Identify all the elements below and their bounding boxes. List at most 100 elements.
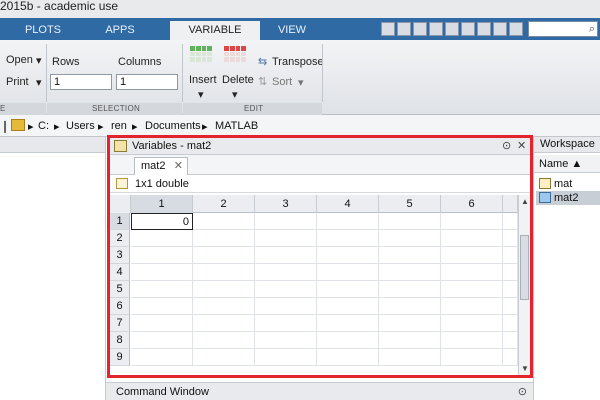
column-header[interactable]: 3 (255, 195, 317, 213)
row-header[interactable]: 1 (110, 213, 130, 230)
delete-dropdown-icon[interactable]: ▾ (232, 88, 238, 101)
workspace-item-mat2[interactable]: mat2 (536, 191, 600, 205)
grid-cell[interactable] (193, 315, 255, 332)
row-header[interactable]: 8 (110, 332, 130, 349)
column-header[interactable]: 1 (131, 195, 193, 213)
grid-cell[interactable] (503, 298, 518, 315)
close-tab-icon[interactable]: ✕ (174, 159, 183, 172)
grid-cell[interactable] (317, 230, 379, 247)
grid-cell[interactable] (131, 281, 193, 298)
grid-cell[interactable] (441, 332, 503, 349)
grid-cell[interactable] (503, 213, 518, 230)
print-dropdown-icon[interactable]: ▾ (36, 76, 42, 89)
grid-cell[interactable] (131, 349, 193, 366)
rows-input[interactable]: 1 (50, 74, 112, 90)
grid-cell[interactable] (317, 332, 379, 349)
column-header[interactable]: 6 (441, 195, 503, 213)
grid-cell[interactable] (441, 230, 503, 247)
grid-cell[interactable] (255, 349, 317, 366)
grid-cell[interactable] (131, 264, 193, 281)
grid-cell[interactable] (503, 230, 518, 247)
row-header[interactable]: 6 (110, 298, 130, 315)
open-button[interactable]: Open (6, 54, 33, 66)
switch-windows-icon[interactable] (493, 22, 507, 36)
grid-cell[interactable] (255, 298, 317, 315)
cut-icon[interactable] (413, 22, 427, 36)
print-button[interactable]: Print (6, 76, 29, 88)
grid-cell[interactable] (255, 315, 317, 332)
grid-cell[interactable] (503, 281, 518, 298)
grid-cell[interactable] (131, 332, 193, 349)
grid-cell[interactable] (255, 247, 317, 264)
grid-cell[interactable] (317, 315, 379, 332)
tab-plots[interactable]: PLOTS (12, 21, 74, 40)
grid-cell[interactable] (441, 349, 503, 366)
grid-cell[interactable] (131, 230, 193, 247)
grid-cell[interactable] (317, 247, 379, 264)
grid-cell[interactable] (503, 264, 518, 281)
grid-cell[interactable] (255, 332, 317, 349)
grid-cell[interactable] (441, 247, 503, 264)
redo-icon[interactable] (477, 22, 491, 36)
grid-cell[interactable] (255, 281, 317, 298)
transpose-button[interactable]: Transpose (272, 56, 324, 68)
name-column-label[interactable]: Name ▲ (539, 158, 582, 170)
copy-icon[interactable] (429, 22, 443, 36)
grid-cell[interactable] (317, 213, 379, 230)
panel-menu-icon[interactable]: ⊙ (502, 139, 511, 152)
scroll-down-icon[interactable]: ▼ (521, 364, 529, 373)
grid-cell[interactable] (441, 298, 503, 315)
tab-view[interactable]: VIEW (262, 21, 322, 40)
sort-dropdown-icon[interactable]: ▾ (298, 76, 304, 89)
open-dropdown-icon[interactable]: ▾ (36, 54, 42, 67)
grid-cell[interactable] (379, 281, 441, 298)
grid-cell[interactable] (441, 281, 503, 298)
grid-cell[interactable] (379, 230, 441, 247)
sort-button[interactable]: Sort (272, 76, 292, 88)
help-icon[interactable] (509, 22, 523, 36)
grid-cell[interactable] (131, 298, 193, 315)
tab-apps[interactable]: APPS (88, 21, 152, 40)
grid-cell[interactable] (379, 264, 441, 281)
paste-icon[interactable] (445, 22, 459, 36)
column-header[interactable]: 5 (379, 195, 441, 213)
search-documentation-input[interactable]: ⌕ (528, 21, 598, 37)
corner-cell[interactable] (110, 195, 131, 213)
grid-cell[interactable] (317, 281, 379, 298)
column-header[interactable]: 4 (317, 195, 379, 213)
undo-icon[interactable] (461, 22, 475, 36)
grid-cell[interactable] (193, 213, 255, 230)
row-header[interactable]: 2 (110, 230, 130, 247)
grid-cell[interactable] (131, 315, 193, 332)
grid-cell[interactable] (503, 349, 518, 366)
column-header[interactable]: 2 (193, 195, 255, 213)
row-header[interactable]: 4 (110, 264, 130, 281)
scroll-thumb[interactable] (520, 235, 529, 300)
path-segment-documents[interactable]: Documents (145, 120, 201, 132)
path-segment-drive[interactable]: C: (38, 120, 49, 132)
scroll-up-icon[interactable]: ▲ (521, 197, 529, 206)
grid-cell[interactable] (317, 264, 379, 281)
grid-cell[interactable] (503, 315, 518, 332)
grid-cell[interactable] (193, 247, 255, 264)
workspace-column-header[interactable]: Name ▲ (534, 155, 600, 173)
grid-cell[interactable] (441, 264, 503, 281)
grid-cell[interactable] (503, 247, 518, 264)
delete-button[interactable]: Delete (222, 74, 254, 86)
grid-cell[interactable] (441, 315, 503, 332)
grid-cell[interactable] (503, 332, 518, 349)
path-segment-users[interactable]: Users (66, 120, 95, 132)
back-icon[interactable]: ❙ (0, 119, 10, 133)
grid-cell[interactable] (193, 332, 255, 349)
panel-menu-icon[interactable]: ⊙ (518, 385, 527, 398)
grid-cell[interactable] (193, 349, 255, 366)
save-icon[interactable] (397, 22, 411, 36)
new-icon[interactable] (381, 22, 395, 36)
insert-button[interactable]: Insert (189, 74, 217, 86)
grid-cell[interactable] (379, 332, 441, 349)
path-segment-matlab[interactable]: MATLAB (215, 120, 258, 132)
close-icon[interactable]: ✕ (517, 139, 526, 152)
grid-cell[interactable] (131, 247, 193, 264)
insert-dropdown-icon[interactable]: ▾ (198, 88, 204, 101)
grid-cell[interactable] (317, 349, 379, 366)
